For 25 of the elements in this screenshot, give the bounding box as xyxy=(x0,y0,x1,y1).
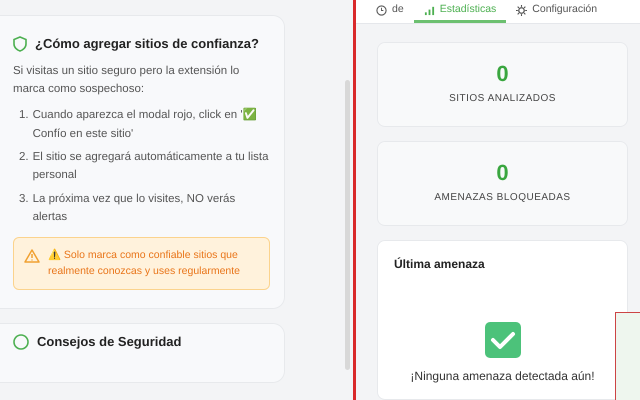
step-text: Cuando aparezca el modal rojo, click en '✅ Confío en este sitio' xyxy=(32,106,258,142)
empty-message: ¡Ninguna amenaza detectada aún! xyxy=(410,368,595,385)
shield-icon xyxy=(13,36,27,52)
bar-chart-icon xyxy=(424,4,435,16)
card-title: Última amenaza xyxy=(394,256,486,273)
step-number: 2. xyxy=(19,150,29,166)
step-number: 1. xyxy=(19,108,29,124)
warning-icon xyxy=(24,248,40,263)
intro-text: Si visitas un sitio seguro pero la extensión lo marca como sospechoso: xyxy=(13,64,240,97)
step-number: 3. xyxy=(19,192,29,207)
tab[interactable]: Configuración xyxy=(506,0,608,23)
stat-value: 0 xyxy=(496,162,509,184)
check-icon xyxy=(484,321,522,359)
stat-value: 0 xyxy=(496,63,509,85)
step-text: La próxima vez que lo visites, NO verás alertas xyxy=(32,192,236,226)
card-title: ¿Cómo agregar sitios de confianza? xyxy=(35,35,259,53)
check-circle-icon xyxy=(13,334,29,350)
tab[interactable]: de xyxy=(366,0,414,23)
card-title: Consejos de Seguridad xyxy=(37,333,182,352)
gear-icon xyxy=(516,4,528,16)
stat-label: AMENAZAS BLOQUEADAS xyxy=(434,191,571,205)
clock-icon xyxy=(376,4,387,16)
warning-text: ⚠ Solo marca como confiable sitios que realmente conozcas y uses regularmente xyxy=(48,248,242,280)
step-text: El sitio se agregará automáticamente a tu lista personal xyxy=(32,150,270,184)
stat-label: SITIOS ANALIZADOS xyxy=(449,92,556,106)
